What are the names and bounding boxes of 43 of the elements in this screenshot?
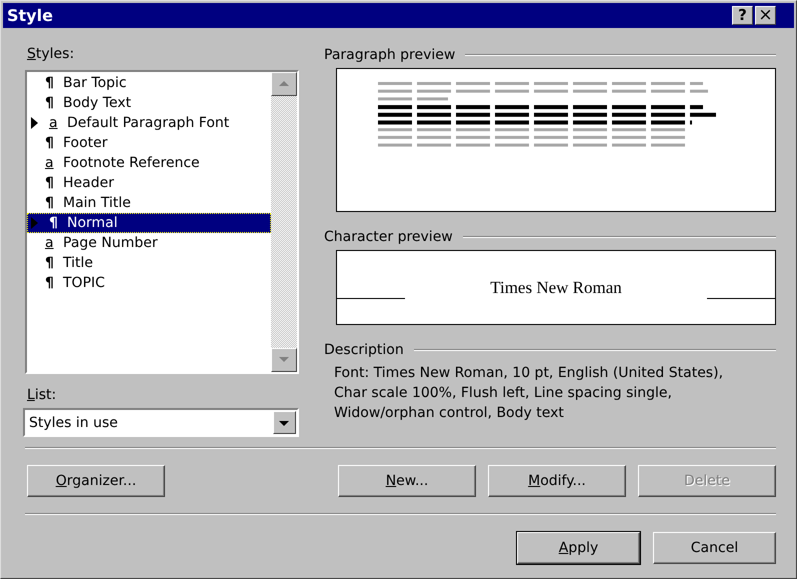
scroll-up-button[interactable]: [271, 72, 297, 96]
dropdown-arrow-button[interactable]: [273, 411, 296, 434]
description-text: Font: Times New Roman, 10 pt, English (United States), Char scale 100%, Flush left, Line spacing single, Widow/orphan control, Body text: [334, 364, 724, 423]
help-button[interactable]: ?: [732, 6, 753, 25]
style-type-icon: ¶: [45, 273, 61, 293]
paragraph-preview-label: Paragraph preview: [324, 47, 456, 63]
dialog-button[interactable]: New...: [338, 465, 476, 497]
style-type-icon: ¶: [45, 73, 61, 93]
style-type-icon: ¶: [49, 213, 65, 233]
style-type-icon: ¶: [45, 93, 61, 113]
style-list-item[interactable]: ¶ TOPIC: [27, 273, 271, 293]
style-list-item[interactable]: ¶ Footer: [27, 133, 271, 153]
style-list-item[interactable]: ¶ Body Text: [27, 93, 271, 113]
style-list-item[interactable]: a Page Number: [27, 233, 271, 253]
style-type-icon: a: [45, 233, 61, 253]
close-button[interactable]: ×: [755, 6, 776, 25]
style-list-item[interactable]: ¶ Header: [27, 173, 271, 193]
dialog-button[interactable]: Modify...: [488, 465, 626, 497]
scroll-down-button[interactable]: [271, 348, 297, 372]
style-type-icon: ¶: [45, 253, 61, 273]
style-type-icon: a: [49, 113, 65, 133]
styles-list[interactable]: ¶ Bar Topic ¶ Body Text a Default Paragraph Font ¶ Footer a Footnote Reference ¶ Header ¶ Main Title ¶ Normal a Page Number ¶ Title ¶ TOPIC: [25, 70, 299, 374]
styles-label: Styles:: [27, 45, 76, 64]
list-label: List:: [27, 386, 58, 405]
dialog-button[interactable]: Cancel: [653, 532, 776, 564]
style-type-icon: ¶: [45, 173, 61, 193]
scrollbar[interactable]: [271, 72, 297, 372]
dialog-button[interactable]: Apply: [517, 532, 640, 564]
font-sample-text: Times New Roman: [490, 278, 622, 298]
style-list-item[interactable]: ¶ Normal: [27, 213, 271, 233]
character-preview-label: Character preview: [324, 229, 453, 245]
style-list-item[interactable]: ¶ Main Title: [27, 193, 271, 213]
window-title: Style: [7, 6, 53, 25]
dialog-button[interactable]: Organizer...: [27, 465, 165, 497]
style-list-item[interactable]: ¶ Bar Topic: [27, 73, 271, 93]
description-label: Description: [324, 342, 404, 358]
list-dropdown[interactable]: Styles in use: [23, 408, 299, 437]
style-type-icon: a: [45, 153, 61, 173]
style-list-item[interactable]: ¶ Title: [27, 253, 271, 273]
style-list-item[interactable]: a Default Paragraph Font: [27, 113, 271, 133]
style-type-icon: ¶: [45, 133, 61, 153]
style-type-icon: ¶: [45, 193, 61, 213]
style-list-item[interactable]: a Footnote Reference: [27, 153, 271, 173]
